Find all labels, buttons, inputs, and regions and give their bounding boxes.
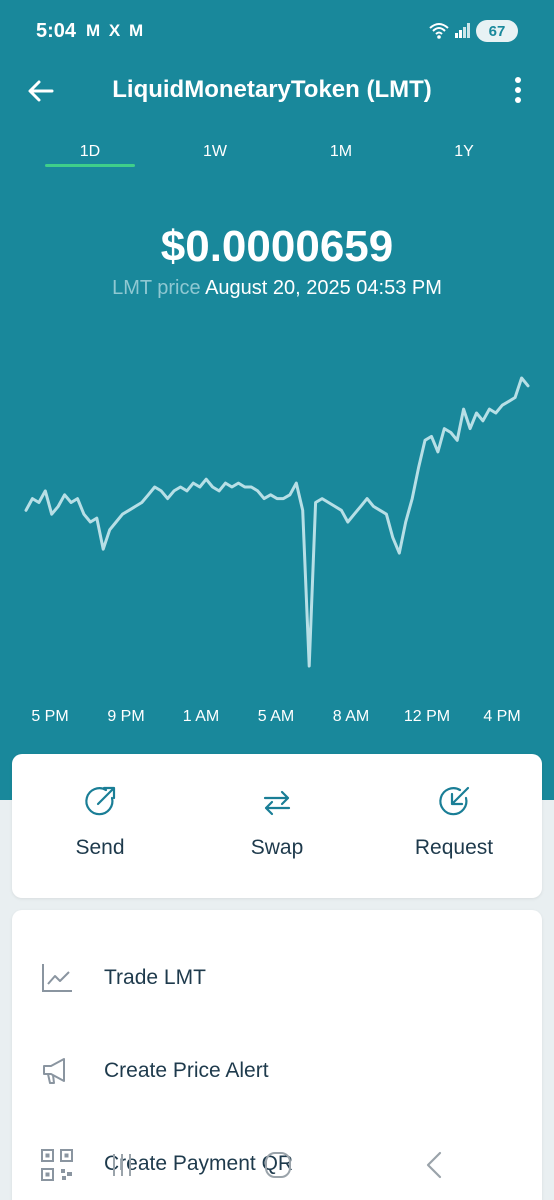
- send-button[interactable]: Send: [12, 754, 188, 898]
- swap-label: Swap: [250, 836, 304, 859]
- price-timestamp: August 20, 2025 04:53 PM: [205, 277, 442, 299]
- megaphone-icon: [43, 1058, 65, 1084]
- price-label: LMT price: [112, 277, 201, 299]
- send-label: Send: [75, 836, 125, 859]
- recent-apps-icon[interactable]: [113, 1154, 131, 1176]
- price-line: [24, 376, 530, 668]
- x-tick-label: 4 PM: [483, 708, 521, 725]
- list-item-price-alert[interactable]: Create Price Alert: [12, 1041, 542, 1101]
- system-nav-bar: [113, 1151, 442, 1179]
- signal-icon: [455, 23, 470, 38]
- x-tick-label: 1 AM: [182, 708, 220, 725]
- notification-icons: M X M: [86, 21, 146, 40]
- tab-1m[interactable]: 1M: [296, 140, 386, 164]
- swap-button[interactable]: Swap: [189, 754, 365, 898]
- current-price: $0.0000659: [160, 222, 394, 271]
- back-arrow-icon[interactable]: [24, 74, 58, 108]
- request-icon: [439, 786, 470, 816]
- back-nav-icon[interactable]: [426, 1151, 442, 1179]
- status-time: 5:04: [36, 20, 77, 42]
- battery-indicator: 67: [476, 20, 518, 42]
- home-icon[interactable]: [265, 1152, 291, 1178]
- trade-label: Trade LMT: [104, 966, 206, 989]
- tab-1y[interactable]: 1Y: [419, 140, 509, 164]
- send-icon: [85, 786, 116, 816]
- x-tick-label: 9 PM: [107, 708, 145, 725]
- request-label: Request: [414, 836, 494, 859]
- list-item-trade[interactable]: Trade LMT: [12, 948, 542, 1008]
- timeframe-tabs: 1D 1W 1M 1Y: [0, 140, 554, 170]
- action-card: Send Swap Request: [12, 754, 542, 898]
- tab-1d[interactable]: 1D: [45, 140, 135, 167]
- wifi-icon: [429, 23, 449, 39]
- x-tick-label: 5 AM: [257, 708, 295, 725]
- x-tick-label: 8 AM: [332, 708, 370, 725]
- page-title: LiquidMonetaryToken (LMT): [112, 76, 432, 103]
- price-chart[interactable]: [0, 360, 554, 680]
- price-alert-label: Create Price Alert: [104, 1059, 269, 1082]
- chart-icon: [42, 964, 72, 992]
- chart-x-axis: 5 PM 9 PM 1 AM 5 AM 8 AM 12 PM 4 PM: [0, 708, 554, 732]
- price-subline: LMT price August 20, 2025 04:53 PM: [0, 277, 554, 300]
- more-options-icon[interactable]: [506, 74, 530, 106]
- battery-level: 67: [488, 22, 506, 40]
- x-tick-label: 12 PM: [403, 708, 451, 725]
- request-button[interactable]: Request: [366, 754, 542, 898]
- tab-1w[interactable]: 1W: [170, 140, 260, 164]
- status-bar: 5:04 M X M 67: [0, 0, 554, 64]
- swap-icon: [263, 790, 291, 816]
- x-tick-label: 5 PM: [31, 708, 69, 725]
